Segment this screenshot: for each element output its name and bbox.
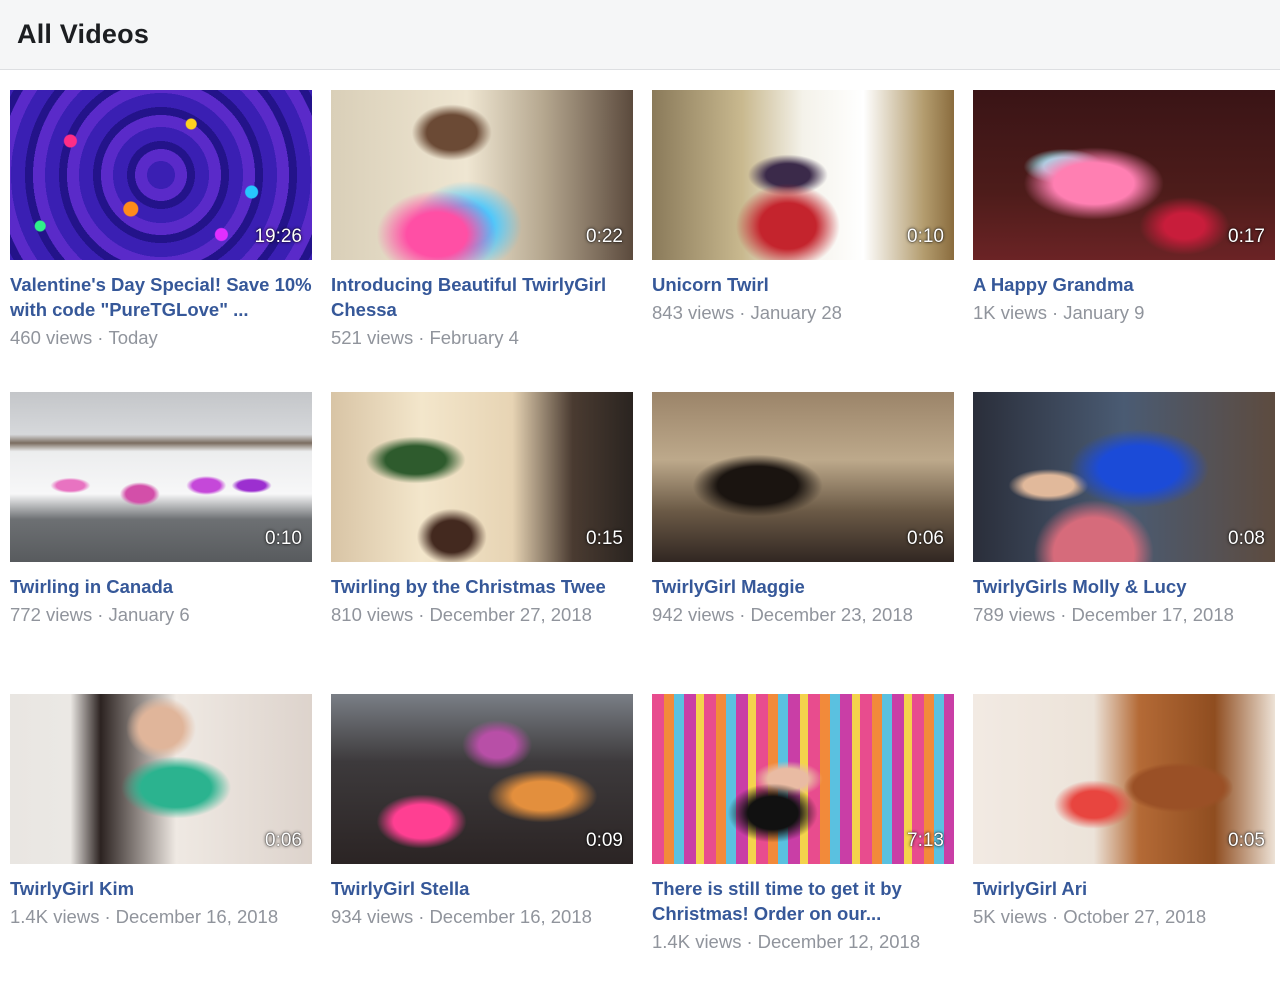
video-date: January 6 bbox=[108, 604, 190, 625]
video-title-link[interactable]: A Happy Grandma bbox=[973, 272, 1275, 297]
video-date: February 4 bbox=[429, 327, 519, 348]
video-meta: 843 views · January 28 bbox=[652, 300, 954, 325]
video-duration: 0:15 bbox=[586, 528, 623, 549]
video-views: 5K views bbox=[973, 906, 1048, 927]
video-meta: 5K views · October 27, 2018 bbox=[973, 904, 1275, 929]
video-date: December 12, 2018 bbox=[757, 931, 921, 952]
video-card[interactable]: 0:06 TwirlyGirl Kim 1.4K views · December … bbox=[10, 694, 312, 996]
video-title-link[interactable]: TwirlyGirl Kim bbox=[10, 876, 312, 901]
video-title-link[interactable]: TwirlyGirl Stella bbox=[331, 876, 633, 901]
meta-separator: · bbox=[97, 327, 104, 348]
video-card[interactable]: 7:13 There is still time to get it by Ch… bbox=[652, 694, 954, 996]
video-views: 942 views bbox=[652, 604, 735, 625]
video-meta: 942 views · December 23, 2018 bbox=[652, 602, 954, 627]
video-duration: 0:10 bbox=[907, 226, 944, 247]
meta-separator: · bbox=[739, 302, 746, 323]
video-thumbnail[interactable]: 0:10 bbox=[652, 90, 954, 260]
video-title-link[interactable]: There is still time to get it by Christm… bbox=[652, 876, 954, 926]
video-duration: 0:06 bbox=[265, 830, 302, 851]
video-date: October 27, 2018 bbox=[1063, 906, 1207, 927]
video-views: 521 views bbox=[331, 327, 414, 348]
video-date: December 16, 2018 bbox=[115, 906, 279, 927]
video-card[interactable]: 0:15 Twirling by the Christmas Twee 810 … bbox=[331, 392, 633, 694]
video-thumbnail[interactable]: 0:06 bbox=[652, 392, 954, 562]
video-title-link[interactable]: Twirling in Canada bbox=[10, 574, 312, 599]
meta-separator: · bbox=[739, 604, 746, 625]
video-title-link[interactable]: TwirlyGirl Ari bbox=[973, 876, 1275, 901]
video-card[interactable]: 0:10 Unicorn Twirl 843 views · January 28 bbox=[652, 90, 954, 392]
meta-separator: · bbox=[104, 906, 111, 927]
video-title-link[interactable]: Valentine's Day Special! Save 10% with c… bbox=[10, 272, 312, 322]
video-duration: 0:17 bbox=[1228, 226, 1265, 247]
video-thumbnail[interactable]: 0:05 bbox=[973, 694, 1275, 864]
video-card[interactable]: 19:26 Valentine's Day Special! Save 10% … bbox=[10, 90, 312, 392]
page-header: All Videos bbox=[0, 0, 1280, 70]
video-thumbnail[interactable]: 0:22 bbox=[331, 90, 633, 260]
video-title-link[interactable]: TwirlyGirl Maggie bbox=[652, 574, 954, 599]
video-thumbnail[interactable]: 19:26 bbox=[10, 90, 312, 260]
meta-separator: · bbox=[1052, 906, 1059, 927]
video-views: 789 views bbox=[973, 604, 1056, 625]
video-views: 1.4K views bbox=[652, 931, 742, 952]
video-meta: 1.4K views · December 12, 2018 bbox=[652, 929, 954, 954]
video-date: Today bbox=[108, 327, 158, 348]
video-views: 810 views bbox=[331, 604, 414, 625]
video-date: December 23, 2018 bbox=[750, 604, 913, 625]
video-card[interactable]: 0:17 A Happy Grandma 1K views · January 9 bbox=[973, 90, 1275, 392]
video-date: December 27, 2018 bbox=[429, 604, 592, 625]
video-thumbnail[interactable]: 0:15 bbox=[331, 392, 633, 562]
video-card[interactable]: 0:08 TwirlyGirls Molly & Lucy 789 views ·… bbox=[973, 392, 1275, 694]
video-duration: 0:08 bbox=[1228, 528, 1265, 549]
video-card[interactable]: 0:22 Introducing Beautiful TwirlyGirl Ch… bbox=[331, 90, 633, 392]
meta-separator: · bbox=[418, 327, 425, 348]
video-duration: 0:06 bbox=[907, 528, 944, 549]
meta-separator: · bbox=[418, 604, 425, 625]
video-thumbnail[interactable]: 0:09 bbox=[331, 694, 633, 864]
video-views: 772 views bbox=[10, 604, 93, 625]
video-card[interactable]: 0:05 TwirlyGirl Ari 5K views · October 27,… bbox=[973, 694, 1275, 996]
video-date: January 9 bbox=[1063, 302, 1145, 323]
video-duration: 0:22 bbox=[586, 226, 623, 247]
video-title-link[interactable]: Twirling by the Christmas Twee bbox=[331, 574, 633, 599]
video-duration: 19:26 bbox=[254, 226, 302, 247]
video-meta: 1.4K views · December 16, 2018 bbox=[10, 904, 312, 929]
page-title: All Videos bbox=[17, 19, 150, 49]
video-duration: 0:10 bbox=[265, 528, 302, 549]
video-views: 934 views bbox=[331, 906, 414, 927]
video-card[interactable]: 0:06 TwirlyGirl Maggie 942 views · Decembe… bbox=[652, 392, 954, 694]
video-meta: 1K views · January 9 bbox=[973, 300, 1275, 325]
video-card[interactable]: 0:10 Twirling in Canada 772 views · Januar… bbox=[10, 392, 312, 694]
video-meta: 810 views · December 27, 2018 bbox=[331, 602, 633, 627]
video-title-link[interactable]: Introducing Beautiful TwirlyGirl Chessa bbox=[331, 272, 633, 322]
video-meta: 934 views · December 16, 2018 bbox=[331, 904, 633, 929]
video-title-link[interactable]: TwirlyGirls Molly & Lucy bbox=[973, 574, 1275, 599]
video-date: December 16, 2018 bbox=[429, 906, 592, 927]
video-title-link[interactable]: Unicorn Twirl bbox=[652, 272, 954, 297]
meta-separator: · bbox=[97, 604, 104, 625]
video-thumbnail[interactable]: 7:13 bbox=[652, 694, 954, 864]
video-views: 460 views bbox=[10, 327, 93, 348]
video-duration: 0:05 bbox=[1228, 830, 1265, 851]
video-meta: 460 views · Today bbox=[10, 325, 312, 350]
meta-separator: · bbox=[1060, 604, 1067, 625]
video-views: 1.4K views bbox=[10, 906, 100, 927]
video-meta: 789 views · December 17, 2018 bbox=[973, 602, 1275, 627]
video-grid: 19:26 Valentine's Day Special! Save 10% … bbox=[0, 70, 1280, 996]
video-thumbnail[interactable]: 0:17 bbox=[973, 90, 1275, 260]
video-date: December 17, 2018 bbox=[1071, 604, 1234, 625]
meta-separator: · bbox=[418, 906, 425, 927]
video-views: 1K views bbox=[973, 302, 1048, 323]
video-duration: 7:13 bbox=[907, 830, 944, 851]
video-thumbnail[interactable]: 0:06 bbox=[10, 694, 312, 864]
meta-separator: · bbox=[1052, 302, 1059, 323]
video-thumbnail[interactable]: 0:08 bbox=[973, 392, 1275, 562]
meta-separator: · bbox=[746, 931, 753, 952]
video-meta: 521 views · February 4 bbox=[331, 325, 633, 350]
video-card[interactable]: 0:09 TwirlyGirl Stella 934 views · Decembe… bbox=[331, 694, 633, 996]
video-date: January 28 bbox=[750, 302, 842, 323]
video-thumbnail[interactable]: 0:10 bbox=[10, 392, 312, 562]
video-duration: 0:09 bbox=[586, 830, 623, 851]
video-meta: 772 views · January 6 bbox=[10, 602, 312, 627]
video-views: 843 views bbox=[652, 302, 735, 323]
